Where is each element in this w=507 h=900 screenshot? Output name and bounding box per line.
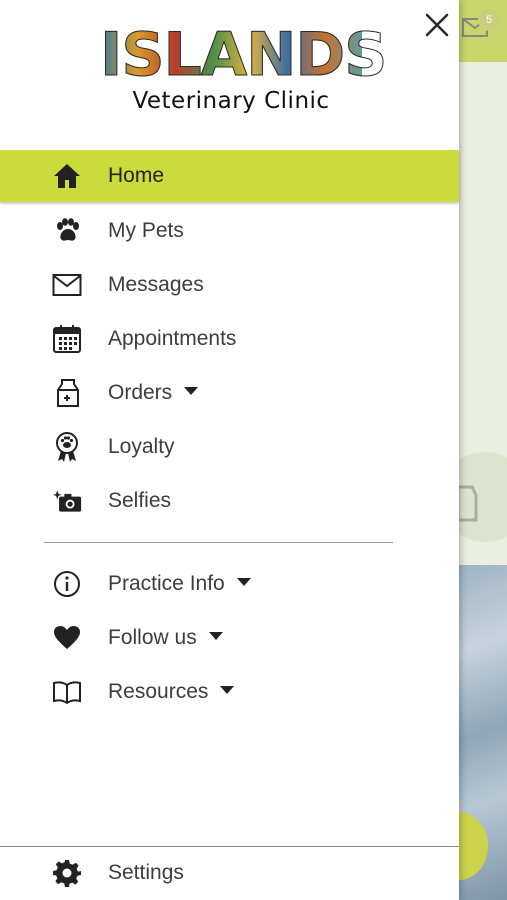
chevron-down-icon [184,387,199,396]
settings-divider [0,846,459,847]
navigation-drawer: ISLANDS Veterinary Clinic Home My Pets M… [0,0,459,900]
menu-item-label: Appointments [108,327,237,350]
camera-sparkle-icon [52,486,82,516]
book-icon [52,677,82,707]
menu-item-label: Settings [108,861,184,884]
menu-item-label: Selfies [108,489,172,512]
calendar-icon [52,324,82,354]
clinic-logo: ISLANDS Veterinary Clinic [100,20,388,122]
menu-item-label: Practice Info [108,572,251,596]
menu-item-loyalty[interactable]: Loyalty [0,420,459,474]
menu-item-follow-us[interactable]: Follow us [0,611,459,665]
menu-item-settings[interactable]: Settings [0,848,459,898]
paw-icon [52,216,82,246]
menu-item-appointments[interactable]: Appointments [0,312,459,366]
menu-item-label: Home [108,164,165,187]
menu-item-my-pets[interactable]: My Pets [0,204,459,258]
menu-item-label: Loyalty [108,435,175,458]
menu-item-practice-info[interactable]: Practice Info [0,557,459,611]
menu-divider [44,542,393,543]
logo-subtitle: Veterinary Clinic [132,88,330,114]
menu-item-label: Resources [108,680,235,704]
menu-item-label: Messages [108,273,204,296]
menu-item-resources[interactable]: Resources [0,665,459,719]
chevron-down-icon [208,632,223,641]
menu-item-home[interactable]: Home [0,150,459,202]
close-icon [425,13,449,37]
paw-award-ribbon-icon [52,432,82,462]
menu-item-selfies[interactable]: Selfies [0,474,459,528]
menu-item-orders[interactable]: Orders [0,366,459,420]
info-icon [52,569,82,599]
background-notification-badge: 5 [478,9,500,31]
heart-icon [52,623,82,653]
menu-item-messages[interactable]: Messages [0,258,459,312]
chevron-down-icon [220,686,235,695]
close-drawer-button[interactable] [420,8,454,42]
chevron-down-icon [236,578,251,587]
menu-item-label: Orders [108,381,199,405]
menu-item-label: Follow us [108,626,223,650]
home-icon [52,161,82,191]
drawer-menu: Home My Pets Messages Appointments Order… [0,150,459,719]
logo-title: ISLANDS [100,20,388,90]
menu-item-label: My Pets [108,219,184,242]
pet-food-bag-icon [52,378,82,408]
gear-icon [52,858,82,888]
envelope-icon [52,270,82,300]
